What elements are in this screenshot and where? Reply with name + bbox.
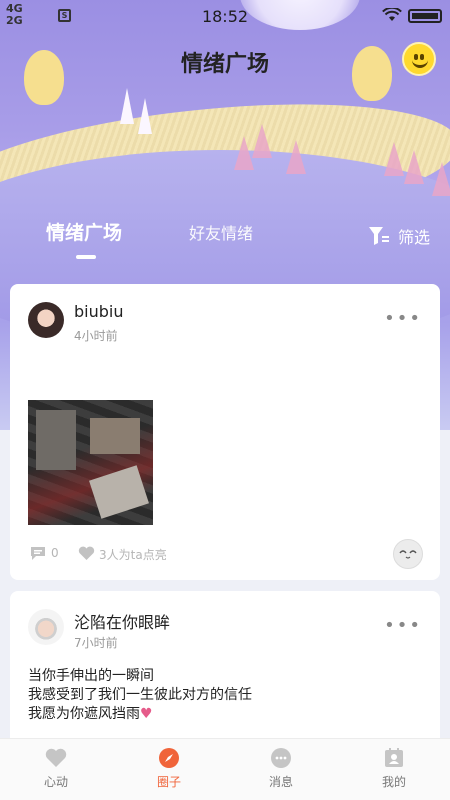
nav-label: 我的 bbox=[381, 775, 406, 789]
tree-decoration bbox=[286, 140, 306, 174]
nav-xiaoxi[interactable]: 消息 bbox=[246, 747, 316, 790]
active-tab-indicator bbox=[76, 255, 96, 259]
chat-bubble-icon bbox=[271, 748, 291, 768]
emoji-reaction-button[interactable] bbox=[393, 539, 423, 569]
filter-icon bbox=[368, 227, 389, 245]
post-username[interactable]: biubiu bbox=[74, 302, 123, 321]
profile-card-icon bbox=[385, 748, 403, 767]
post-card[interactable]: 沦陷在你眼眸 7小时前 ••• 当你手伸出的一瞬间 我感受到了我们一生彼此对方的… bbox=[10, 591, 440, 751]
tab-friend-emotions[interactable]: 好友情绪 bbox=[189, 220, 253, 244]
heart-icon bbox=[45, 748, 67, 767]
nav-label: 消息 bbox=[268, 775, 293, 789]
smiley-face-icon[interactable] bbox=[402, 42, 436, 76]
compass-icon bbox=[159, 748, 179, 768]
battery-icon bbox=[408, 9, 442, 23]
post-actions: 0 3人为ta点亮 bbox=[30, 544, 420, 564]
avatar[interactable] bbox=[28, 302, 64, 338]
tree-decoration bbox=[432, 162, 450, 196]
post-text-line: 我愿为你遮风挡雨♥ bbox=[28, 706, 153, 722]
more-options-icon[interactable]: ••• bbox=[384, 615, 422, 636]
post-time: 7小时前 bbox=[74, 636, 118, 650]
comment-icon[interactable] bbox=[30, 546, 46, 561]
post-text: 当你手伸出的一瞬间 我感受到了我们一生彼此对方的信任 我愿为你遮风挡雨♥ bbox=[28, 667, 252, 724]
nav-xindong[interactable]: 心动 bbox=[21, 747, 91, 790]
more-options-icon[interactable]: ••• bbox=[384, 308, 422, 329]
tab-bar: 情绪广场 好友情绪 筛选 bbox=[0, 218, 450, 259]
heart-emoji-icon: ♥ bbox=[140, 706, 153, 722]
post-card[interactable]: biubiu 4小时前 ••• 0 3人为ta点亮 bbox=[10, 284, 440, 580]
wifi-icon bbox=[382, 6, 402, 26]
avatar[interactable] bbox=[28, 609, 64, 645]
page-title: 情绪广场 bbox=[180, 52, 269, 77]
like-count-text: 3人为ta点亮 bbox=[99, 548, 167, 562]
post-time: 4小时前 bbox=[74, 329, 118, 343]
tree-decoration bbox=[234, 136, 254, 170]
bottom-navigation: 心动 圈子 消息 我的 bbox=[0, 738, 450, 800]
tree-decoration bbox=[384, 142, 404, 176]
tree-decoration bbox=[252, 124, 272, 158]
nav-wode[interactable]: 我的 bbox=[359, 747, 429, 790]
nav-quanzi[interactable]: 圈子 bbox=[134, 747, 204, 790]
status-bar: 4G 2G S 18:52 bbox=[0, 0, 450, 32]
nav-label: 圈子 bbox=[156, 775, 181, 789]
filter-label: 筛选 bbox=[397, 228, 430, 247]
tree-decoration bbox=[120, 88, 134, 124]
comment-count: 0 bbox=[51, 546, 59, 560]
tab-emotion-square[interactable]: 情绪广场 bbox=[46, 218, 122, 245]
post-text-line: 我感受到了我们一生彼此对方的信任 bbox=[28, 687, 252, 703]
sleepy-face-icon bbox=[399, 550, 417, 559]
heart-icon[interactable] bbox=[78, 546, 95, 561]
tree-decoration bbox=[138, 98, 152, 134]
nav-label: 心动 bbox=[43, 775, 68, 789]
tree-decoration bbox=[404, 150, 424, 184]
filter-button[interactable]: 筛选 bbox=[368, 224, 430, 248]
post-image[interactable] bbox=[28, 400, 153, 525]
post-text-line: 当你手伸出的一瞬间 bbox=[28, 668, 154, 684]
post-username[interactable]: 沦陷在你眼眸 bbox=[74, 609, 170, 633]
